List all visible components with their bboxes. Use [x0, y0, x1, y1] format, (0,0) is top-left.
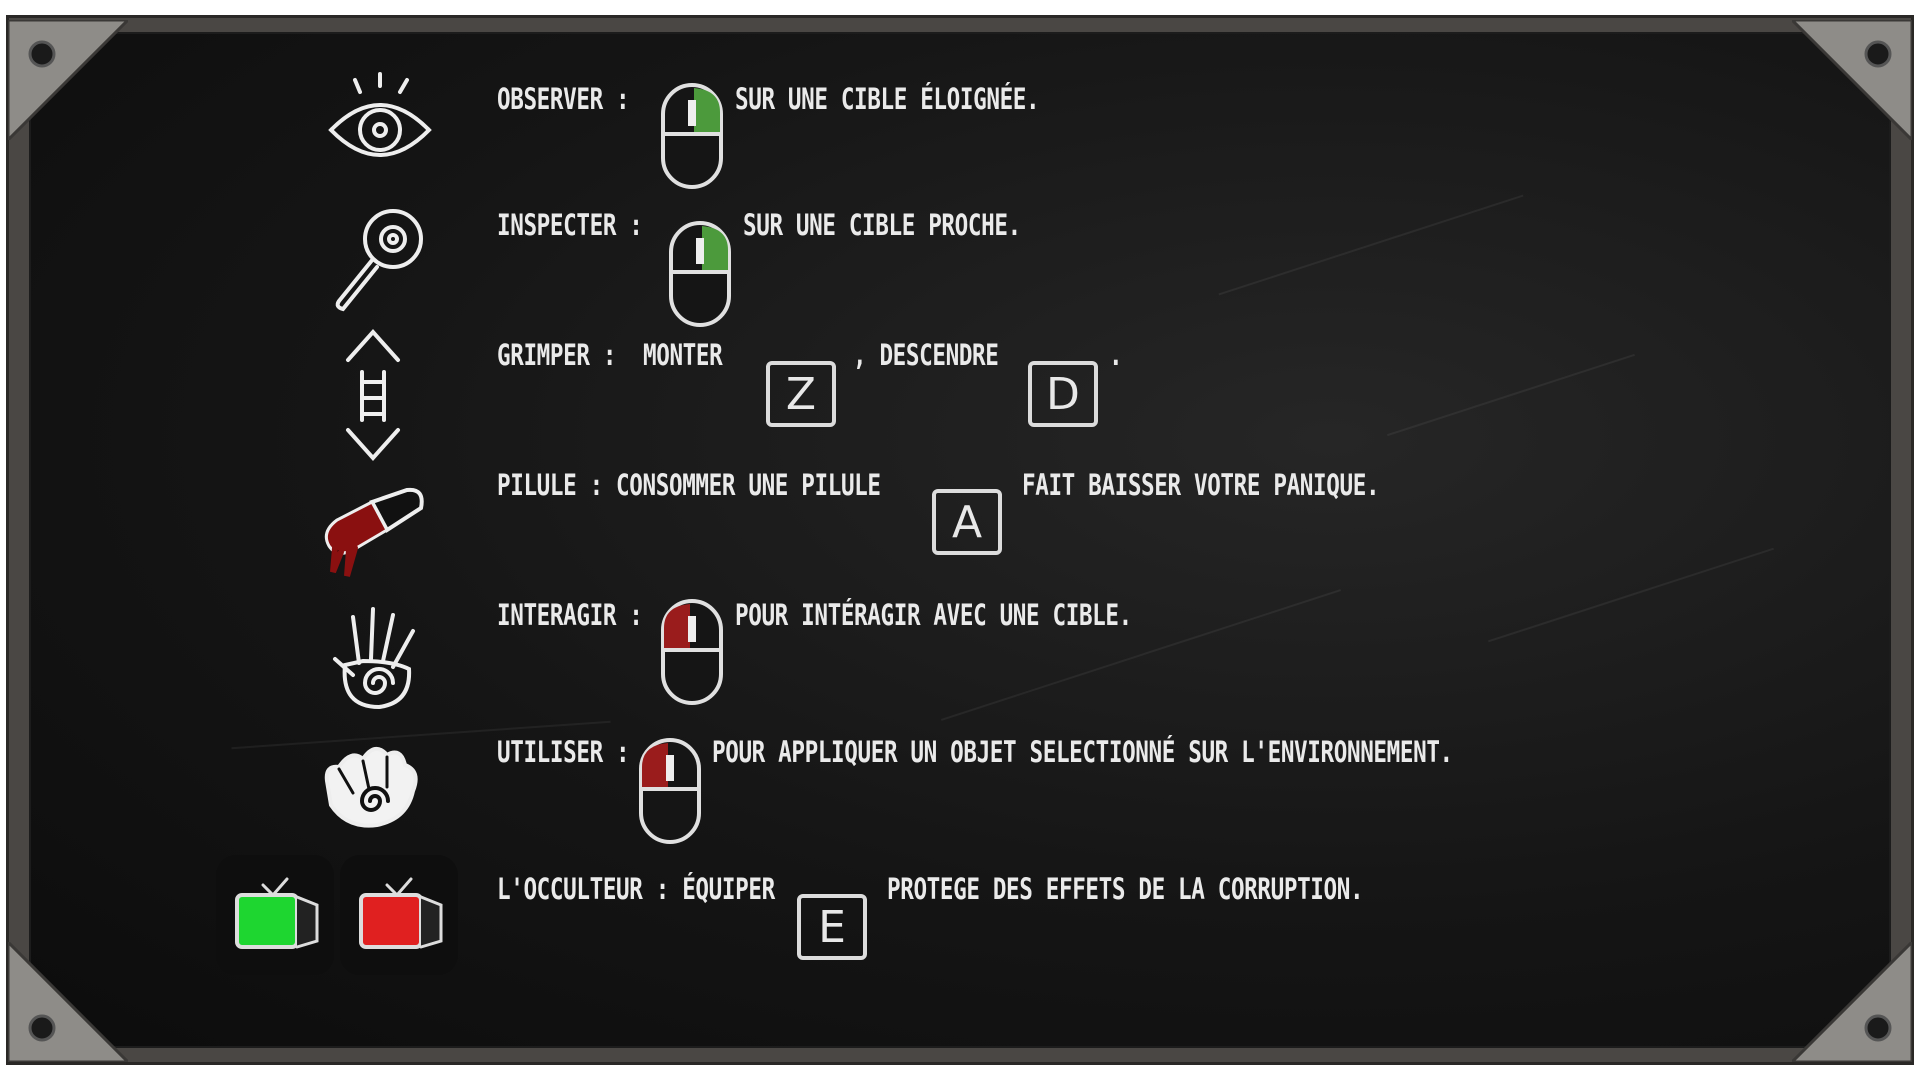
corner-bracket-bottom-left — [8, 942, 128, 1062]
key-e: E — [797, 894, 867, 960]
key-a: A — [932, 489, 1002, 555]
row-grimper: GRIMPER : — [497, 338, 650, 372]
hand-spiral-icon — [318, 598, 438, 718]
row-pilule: PILULE : CONSOMMER UNE PILULE — [497, 468, 989, 502]
grab-hand-icon — [312, 730, 432, 850]
chalk-streak — [1218, 194, 1524, 296]
pill-icon — [312, 475, 432, 595]
key-z: Z — [766, 361, 836, 427]
action-label-inspecter: INSPECTER : — [497, 208, 643, 242]
corner-bracket-top-left — [8, 20, 128, 140]
action-desc-utiliser: POUR APPLIQUER UN OBJET SELECTIONNÉ SUR … — [712, 735, 1453, 769]
action-desc-interagir: POUR INTÉRAGIR AVEC UNE CIBLE. — [735, 598, 1132, 632]
mouse-left-click-icon — [638, 737, 702, 845]
corner-bracket-top-right — [1792, 20, 1912, 140]
magnifier-eye-icon — [320, 200, 440, 320]
ladder-icon — [313, 320, 433, 470]
mouse-right-click-icon — [668, 220, 732, 328]
action-label-occulteur: L'OCCULTEUR : ÉQUIPER — [497, 872, 775, 906]
action-label-utiliser: UTILISER : — [497, 735, 630, 769]
row-observer: OBSERVER : — [497, 82, 667, 116]
action-desc-inspecter: SUR UNE CIBLE PROCHE. — [743, 208, 1021, 242]
occulteur-tv-green-icon — [216, 855, 334, 975]
key-d: D — [1028, 361, 1098, 427]
action-desc-observer: SUR UNE CIBLE ÉLOIGNÉE. — [735, 82, 1040, 116]
action-label-observer: OBSERVER : — [497, 82, 630, 116]
action-label-grimper: GRIMPER : — [497, 338, 617, 372]
eye-icon — [320, 65, 440, 185]
row-inspecter: INSPECTER : — [497, 208, 684, 242]
chalk-streak — [1387, 353, 1635, 437]
mouse-right-click-icon — [660, 82, 724, 190]
climb-up-label: MONTER — [643, 338, 723, 372]
action-desc-pilule: FAIT BAISSER VOTRE PANIQUE. — [1022, 468, 1380, 502]
chalk-streak — [1488, 547, 1774, 643]
mouse-left-click-icon — [660, 598, 724, 706]
climb-down-label: , DESCENDRE — [853, 338, 999, 372]
action-label-interagir: INTERAGIR : — [497, 598, 643, 632]
occulteur-tv-red-icon — [340, 855, 458, 975]
action-label-pilule: PILULE : CONSOMMER UNE PILULE — [497, 468, 881, 502]
climb-end-period: . — [1109, 338, 1123, 372]
row-interagir: INTERAGIR : — [497, 598, 684, 632]
action-desc-occulteur: PROTEGE DES EFFETS DE LA CORRUPTION. — [887, 872, 1364, 906]
corner-bracket-bottom-right — [1792, 942, 1912, 1062]
